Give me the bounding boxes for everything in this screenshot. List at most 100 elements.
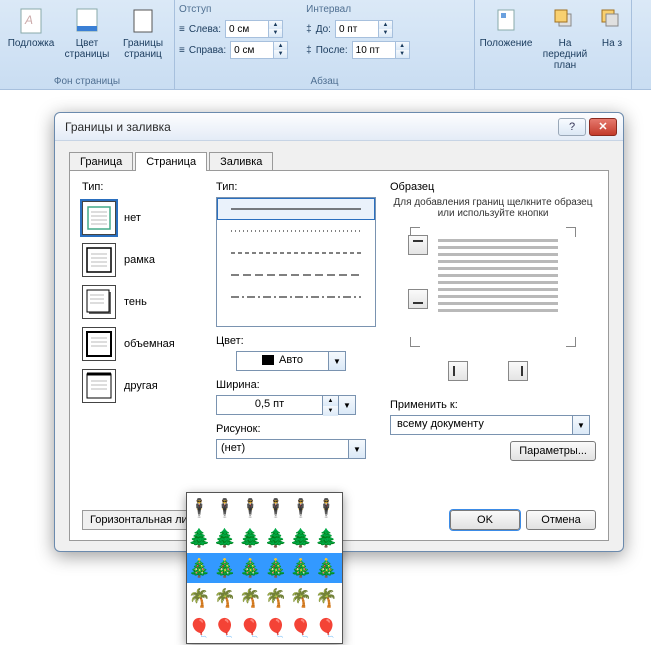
- line-style-list[interactable]: [216, 197, 376, 327]
- spacing-after-input[interactable]: [353, 45, 395, 56]
- close-button[interactable]: ✕: [589, 118, 617, 136]
- ribbon-group-paragraph: Отступ ≡ Слева: ▲▼ ≡ Справа:: [175, 0, 475, 89]
- indent-right-icon: ≡: [179, 45, 185, 56]
- send-back-icon: [596, 4, 628, 36]
- spacing-before-spinner[interactable]: ▲▼: [335, 20, 393, 38]
- help-icon: ?: [569, 121, 575, 133]
- page-color-label: Цвет страницы: [62, 38, 112, 60]
- send-back-label: На з: [602, 38, 622, 49]
- page-color-button[interactable]: Цвет страницы: [60, 2, 114, 62]
- watermark-label: Подложка: [8, 38, 55, 49]
- color-combo[interactable]: Авто ▼: [236, 351, 346, 371]
- line-style-dashdot[interactable]: [217, 286, 375, 308]
- line-style-solid[interactable]: [217, 198, 375, 220]
- width-value: 0,5 пт: [217, 396, 322, 414]
- type-shadow-label: тень: [124, 296, 147, 308]
- line-style-dotted[interactable]: [217, 220, 375, 242]
- type-none-icon: [82, 201, 116, 235]
- chevron-down-icon[interactable]: ▼: [348, 440, 365, 458]
- indent-right-spinner[interactable]: ▲▼: [230, 41, 288, 59]
- dialog-titlebar[interactable]: Границы и заливка ? ✕: [55, 113, 623, 141]
- style-label: Тип:: [216, 181, 376, 193]
- art-value: (нет): [217, 440, 348, 458]
- position-button[interactable]: Положение: [479, 2, 533, 51]
- indent-right-label: Справа:: [189, 45, 226, 56]
- spacing-before-input[interactable]: [336, 24, 378, 35]
- type-label: Тип:: [82, 181, 202, 193]
- preview-hint: Для добавления границ щелкните образец и…: [390, 197, 596, 219]
- apply-combo[interactable]: всему документу ▼: [390, 415, 590, 435]
- art-item[interactable]: 🎄🎄🎄🎄🎄🎄: [187, 553, 342, 583]
- help-button[interactable]: ?: [558, 118, 586, 136]
- type-box[interactable]: рамка: [82, 239, 202, 281]
- indent-label: Отступ: [179, 4, 288, 15]
- indent-left-input[interactable]: [226, 24, 268, 35]
- line-style-fine-dash[interactable]: [217, 242, 375, 264]
- art-item[interactable]: 🕴🕴🕴🕴🕴🕴: [187, 493, 342, 523]
- watermark-icon: A: [15, 4, 47, 36]
- spacing-before-label: До:: [316, 24, 331, 35]
- bring-front-button[interactable]: На передний план: [535, 2, 595, 73]
- up-arrow-icon[interactable]: ▲: [269, 21, 282, 29]
- width-combo[interactable]: 0,5 пт ▲▼ ▼: [216, 395, 356, 415]
- preview-canvas[interactable]: [410, 227, 576, 347]
- apply-value: всему документу: [391, 416, 572, 434]
- color-label: Цвет:: [216, 335, 376, 347]
- indent-left-label: Слева:: [189, 24, 221, 35]
- ribbon: A Подложка Цвет страницы Границы страниц…: [0, 0, 651, 90]
- art-combo[interactable]: (нет) ▼: [216, 439, 366, 459]
- ok-button[interactable]: OK: [450, 510, 520, 530]
- svg-text:A: A: [24, 13, 33, 27]
- group-bg-title: Фон страницы: [4, 74, 170, 87]
- down-arrow-icon[interactable]: ▼: [269, 29, 282, 37]
- close-icon: ✕: [598, 120, 607, 133]
- type-3d[interactable]: объемная: [82, 323, 202, 365]
- border-bottom-button[interactable]: [408, 289, 428, 309]
- dialog-tabs: Граница Страница Заливка: [55, 141, 623, 170]
- send-back-button[interactable]: На з: [597, 2, 627, 51]
- indent-right-input[interactable]: [231, 45, 273, 56]
- style-column: Тип: Цвет: Авто ▼ Ширина: 0,5 пт ▲▼ ▼ Ри…: [216, 181, 376, 530]
- preview-label: Образец: [390, 181, 596, 193]
- ribbon-group-arrange: Положение На передний план На з: [475, 0, 632, 89]
- indent-left-icon: ≡: [179, 24, 185, 35]
- tab-border[interactable]: Граница: [69, 152, 133, 171]
- type-none-label: нет: [124, 212, 141, 224]
- type-shadow[interactable]: тень: [82, 281, 202, 323]
- chevron-down-icon[interactable]: ▼: [338, 396, 355, 414]
- cancel-button[interactable]: Отмена: [526, 510, 596, 530]
- page-borders-icon: [127, 4, 159, 36]
- bring-front-label: На передний план: [537, 38, 593, 71]
- tab-page[interactable]: Страница: [135, 152, 207, 171]
- page-borders-button[interactable]: Границы страниц: [116, 2, 170, 62]
- type-box-label: рамка: [124, 254, 155, 266]
- art-item[interactable]: 🌲🌲🌲🌲🌲🌲: [187, 523, 342, 553]
- preview-box: Для добавления границ щелкните образец и…: [390, 197, 596, 377]
- art-item[interactable]: 🌴🌴🌴🌴🌴🌴: [187, 583, 342, 613]
- type-none[interactable]: нет: [82, 197, 202, 239]
- spacing-before-icon: ‡: [306, 24, 312, 35]
- type-custom-icon: [82, 369, 116, 403]
- type-custom[interactable]: другая: [82, 365, 202, 407]
- page-color-icon: [71, 4, 103, 36]
- type-3d-label: объемная: [124, 338, 175, 350]
- spacing-after-icon: ‡: [306, 45, 312, 56]
- type-3d-icon: [82, 327, 116, 361]
- spacing-after-spinner[interactable]: ▲▼: [352, 41, 410, 59]
- line-style-dashed[interactable]: [217, 264, 375, 286]
- indent-left-spinner[interactable]: ▲▼: [225, 20, 283, 38]
- chevron-down-icon[interactable]: ▼: [328, 352, 345, 370]
- art-item[interactable]: 🎈🎈🎈🎈🎈🎈: [187, 613, 342, 643]
- watermark-button[interactable]: A Подложка: [4, 2, 58, 51]
- chevron-down-icon[interactable]: ▼: [572, 416, 589, 434]
- tab-shading[interactable]: Заливка: [209, 152, 273, 171]
- position-icon: [490, 4, 522, 36]
- border-top-button[interactable]: [408, 235, 428, 255]
- page-borders-label: Границы страниц: [118, 38, 168, 60]
- type-column: Тип: нет рамка тень: [82, 181, 202, 530]
- art-dropdown[interactable]: 🕴🕴🕴🕴🕴🕴 🌲🌲🌲🌲🌲🌲 🎄🎄🎄🎄🎄🎄 🌴🌴🌴🌴🌴🌴 🎈🎈🎈🎈🎈🎈: [186, 492, 343, 644]
- group-para-title: Абзац: [179, 74, 470, 87]
- border-right-button[interactable]: [508, 361, 528, 381]
- border-left-button[interactable]: [448, 361, 468, 381]
- options-button[interactable]: Параметры...: [510, 441, 596, 461]
